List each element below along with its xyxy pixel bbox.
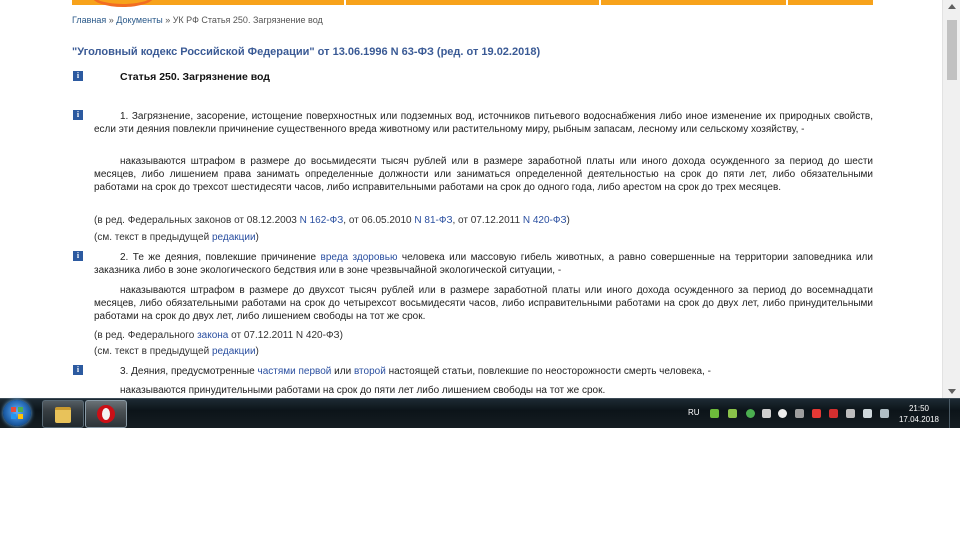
network-icon[interactable] xyxy=(863,409,872,418)
note-text: ) xyxy=(255,346,259,357)
amendment-text: ) xyxy=(566,215,570,226)
system-clock[interactable]: 21:50 17.04.2018 xyxy=(896,403,942,425)
vertical-scrollbar[interactable] xyxy=(942,0,960,398)
law-link[interactable]: N 162-ФЗ xyxy=(300,215,344,226)
action-center-icon[interactable] xyxy=(846,409,855,418)
header-divider xyxy=(344,0,346,5)
site-logo[interactable] xyxy=(92,0,154,7)
law-link[interactable]: закона xyxy=(197,330,228,341)
law-link[interactable]: N 420-ФЗ xyxy=(523,215,567,226)
breadcrumb-current: УК РФ Статья 250. Загрязнение вод xyxy=(172,15,323,25)
info-icon[interactable]: i xyxy=(73,365,83,375)
tray-app-icon[interactable] xyxy=(880,409,889,418)
scroll-down-arrow-icon[interactable] xyxy=(948,389,956,394)
tray-app-icon[interactable] xyxy=(778,409,787,418)
article-part-1-sanction: наказываются штрафом в размере до восьми… xyxy=(94,156,873,193)
scroll-up-arrow-icon[interactable] xyxy=(948,4,956,9)
article-part-1: 1. Загрязнение, засорение, истощение пов… xyxy=(94,111,873,135)
tray-app-icon[interactable] xyxy=(728,409,737,418)
breadcrumb-separator: » xyxy=(162,15,173,25)
article-part-2: 2. Те же деяния, повлекшие причинение вр… xyxy=(94,251,873,277)
article-part-2-sanction: наказываются штрафом в размере до двухсо… xyxy=(94,285,873,322)
header-divider xyxy=(786,0,788,5)
show-desktop-button[interactable] xyxy=(949,399,960,428)
health-harm-link[interactable]: вреда здоровью xyxy=(321,252,398,263)
previous-version-note: (см. текст в предыдущей редакции) xyxy=(94,345,259,358)
amendment-text: от 07.12.2011 N 420-ФЗ) xyxy=(228,330,343,341)
tray-app-icon[interactable] xyxy=(746,409,755,418)
breadcrumb-separator: » xyxy=(106,15,117,25)
breadcrumb: Главная » Документы » УК РФ Статья 250. … xyxy=(72,15,323,25)
note-text: (см. текст в предыдущей xyxy=(94,346,212,357)
part-text: 3. Деяния, предусмотренные xyxy=(120,366,258,377)
tray-app-icon[interactable] xyxy=(795,409,804,418)
note-text: (см. текст в предыдущей xyxy=(94,232,212,243)
language-indicator[interactable]: RU xyxy=(688,408,700,417)
previous-version-link[interactable]: редакции xyxy=(212,232,256,243)
article-title: Статья 250. Загрязнение вод xyxy=(120,71,270,83)
windows-taskbar: RU 21:50 17.04.2018 xyxy=(0,398,960,428)
part-two-link[interactable]: второй xyxy=(354,366,386,377)
blank-area xyxy=(0,428,960,540)
part-text: 2. Те же деяния, повлекшие причинение xyxy=(120,252,321,263)
breadcrumb-documents-link[interactable]: Документы xyxy=(116,15,162,25)
opera-icon xyxy=(97,405,115,423)
previous-version-note: (см. текст в предыдущей редакции) xyxy=(94,231,259,244)
amendment-text: , от 06.05.2010 xyxy=(343,215,415,226)
opera-taskbar-button[interactable] xyxy=(85,400,127,428)
site-header-bar xyxy=(72,0,873,5)
tray-app-icon[interactable] xyxy=(812,409,821,418)
amendment-note: (в ред. Федерального закона от 07.12.201… xyxy=(94,329,343,342)
article-part-3: 3. Деяния, предусмотренные частями перво… xyxy=(94,365,873,378)
document-title: "Уголовный кодекс Российской Федерации" … xyxy=(72,46,541,58)
header-divider xyxy=(599,0,601,5)
article-part-3-sanction: наказываются принудительными работами на… xyxy=(120,385,606,396)
part-text: или xyxy=(331,366,354,377)
start-button[interactable] xyxy=(3,400,31,426)
explorer-taskbar-button[interactable] xyxy=(42,400,84,428)
clock-date: 17.04.2018 xyxy=(898,415,940,424)
amendment-text: (в ред. Федерального xyxy=(94,330,198,341)
info-icon[interactable]: i xyxy=(73,251,83,261)
folder-icon xyxy=(55,407,71,423)
note-text: ) xyxy=(255,232,259,243)
info-icon[interactable]: i xyxy=(73,110,83,120)
amendment-text: (в ред. Федеральных законов от 08.12.200… xyxy=(94,215,300,226)
law-link[interactable]: N 81-ФЗ xyxy=(414,215,452,226)
amendment-note: (в ред. Федеральных законов от 08.12.200… xyxy=(94,214,570,227)
breadcrumb-home-link[interactable]: Главная xyxy=(72,15,106,25)
scroll-thumb[interactable] xyxy=(947,20,957,80)
info-icon[interactable]: i xyxy=(73,71,83,81)
tray-app-icon[interactable] xyxy=(710,409,719,418)
windows-logo-icon xyxy=(11,407,23,419)
amendment-text: , от 07.12.2011 xyxy=(452,215,523,226)
previous-version-link[interactable]: редакции xyxy=(212,346,256,357)
clock-time: 21:50 xyxy=(908,404,930,413)
part-text: настоящей статьи, повлекшие по неосторож… xyxy=(385,366,711,377)
browser-viewport: Главная » Документы » УК РФ Статья 250. … xyxy=(0,0,960,398)
part-one-link[interactable]: частями первой xyxy=(257,366,331,377)
tray-app-icon[interactable] xyxy=(829,409,838,418)
volume-icon[interactable] xyxy=(762,409,771,418)
